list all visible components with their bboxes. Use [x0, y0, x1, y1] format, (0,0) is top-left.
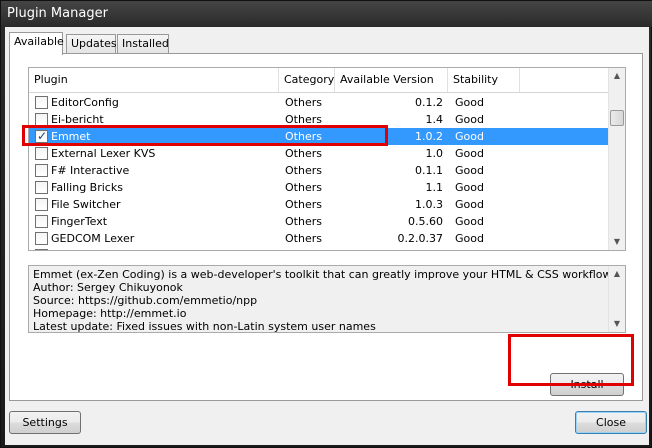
- stability-cell: Good: [455, 181, 484, 194]
- version-cell: 1.4: [425, 113, 444, 126]
- stability-cell: Good: [455, 147, 484, 160]
- plugin-list[interactable]: Plugin Category Available Version Stabil…: [28, 67, 626, 251]
- plugin-name-cell: FingerText: [51, 215, 108, 228]
- category-cell: Others: [285, 247, 340, 250]
- stability-cell: Good: [455, 164, 484, 177]
- stability-cell: Good: [455, 247, 515, 250]
- close-button[interactable]: Close: [575, 411, 647, 434]
- table-row[interactable]: Ei-bericht Others 1.4 Good: [29, 111, 610, 128]
- version-cell: 1.5: [341, 247, 444, 250]
- scroll-down-icon[interactable]: ▼: [609, 234, 625, 250]
- category-cell: Others: [285, 96, 322, 109]
- version-cell: 0.5.60: [408, 215, 443, 228]
- scroll-thumb[interactable]: [610, 110, 624, 126]
- table-row[interactable]: External Lexer KVS Others 1.0 Good: [29, 145, 610, 162]
- scroll-down-icon[interactable]: ▼: [609, 316, 625, 332]
- window-title: Plugin Manager: [1, 1, 652, 27]
- table-row[interactable]: Gmod Lua Lexer Others1.5 Good: [29, 247, 610, 250]
- row-checkbox[interactable]: [35, 249, 48, 250]
- row-checkbox[interactable]: [35, 215, 48, 228]
- column-header-category[interactable]: Category: [279, 68, 335, 92]
- column-header-plugin[interactable]: Plugin: [29, 68, 279, 92]
- table-row[interactable]: Emmet Others 1.0.2 Good: [29, 128, 610, 145]
- table-row[interactable]: FingerText Others 0.5.60 Good: [29, 213, 610, 230]
- version-cell: 1.0.2: [415, 130, 443, 143]
- scroll-up-icon[interactable]: ▲: [609, 266, 625, 282]
- version-cell: 1.0: [425, 147, 444, 160]
- plugin-name-cell: Ei-bericht: [51, 113, 104, 126]
- description-line: Homepage: http://emmet.io: [33, 307, 187, 320]
- available-tab-panel: Plugin Category Available Version Stabil…: [9, 53, 643, 401]
- description-line: Latest update: Fixed issues with non-Lat…: [33, 320, 376, 333]
- plugin-name-cell: F# Interactive: [51, 164, 130, 177]
- tab-available[interactable]: Available: [9, 32, 64, 55]
- row-checkbox[interactable]: [35, 147, 48, 160]
- tab-installed[interactable]: Installed: [117, 34, 169, 54]
- plugin-name-cell: Falling Bricks: [51, 181, 123, 194]
- version-cell: 0.1.1: [415, 164, 443, 177]
- stability-cell: Good: [455, 215, 484, 228]
- plugin-name-cell: Gmod Lua Lexer: [51, 247, 281, 250]
- plugin-name-cell: Emmet: [51, 130, 91, 143]
- list-header: Plugin Category Available Version Stabil…: [29, 68, 610, 93]
- category-cell: Others: [285, 181, 322, 194]
- column-header-available-version[interactable]: Available Version: [335, 68, 448, 92]
- plugin-name-cell: EditorConfig: [51, 96, 119, 109]
- version-cell: 0.2.0.37: [397, 232, 443, 245]
- plugin-manager-window: Plugin Manager Available Updates Install…: [0, 0, 652, 448]
- stability-cell: Good: [455, 198, 484, 211]
- category-cell: Others: [285, 232, 322, 245]
- table-row[interactable]: File Switcher Others 1.0.3 Good: [29, 196, 610, 213]
- plugin-name-cell: External Lexer KVS: [51, 147, 156, 160]
- plugin-name-cell: GEDCOM Lexer: [51, 232, 135, 245]
- row-checkbox[interactable]: [35, 113, 48, 126]
- row-checkbox[interactable]: [35, 96, 48, 109]
- stability-cell: Good: [455, 113, 484, 126]
- scroll-up-icon[interactable]: ▲: [609, 68, 625, 84]
- category-cell: Others: [285, 130, 322, 143]
- table-row[interactable]: GEDCOM Lexer Others 0.2.0.37 Good: [29, 230, 610, 247]
- plugin-name-cell: File Switcher: [51, 198, 121, 211]
- list-scrollbar[interactable]: ▲ ▼: [608, 68, 625, 250]
- table-row[interactable]: F# Interactive Others 0.1.1 Good: [29, 162, 610, 179]
- row-checkbox[interactable]: [35, 181, 48, 194]
- version-cell: 0.1.2: [415, 96, 443, 109]
- description-scrollbar[interactable]: ▲ ▼: [608, 266, 625, 332]
- version-cell: 1.1: [425, 181, 444, 194]
- stability-cell: Good: [455, 96, 484, 109]
- settings-button[interactable]: Settings: [9, 411, 81, 434]
- version-cell: 1.0.3: [415, 198, 443, 211]
- description-line: Author: Sergey Chikuyonok: [33, 281, 183, 294]
- table-row[interactable]: Falling Bricks Others 1.1 Good: [29, 179, 610, 196]
- window-client-area: Available Updates Installed Plugin Categ…: [5, 27, 649, 445]
- plugin-description: Emmet (ex-Zen Coding) is a web-developer…: [28, 265, 626, 333]
- stability-cell: Good: [455, 130, 484, 143]
- category-cell: Others: [285, 198, 322, 211]
- category-cell: Others: [285, 113, 322, 126]
- column-header-stability[interactable]: Stability: [448, 68, 520, 92]
- category-cell: Others: [285, 215, 322, 228]
- row-checkbox[interactable]: [35, 164, 48, 177]
- install-button[interactable]: Install: [550, 373, 624, 396]
- row-checkbox[interactable]: [35, 128, 48, 145]
- category-cell: Others: [285, 147, 322, 160]
- description-line: Emmet (ex-Zen Coding) is a web-developer…: [33, 268, 612, 281]
- row-checkbox[interactable]: [35, 198, 48, 211]
- table-row[interactable]: EditorConfig Others 0.1.2 Good: [29, 94, 610, 111]
- tab-updates[interactable]: Updates: [66, 34, 117, 54]
- description-line: Source: https://github.com/emmetio/npp: [33, 294, 258, 307]
- category-cell: Others: [285, 164, 322, 177]
- stability-cell: Good: [455, 232, 484, 245]
- row-checkbox[interactable]: [35, 232, 48, 245]
